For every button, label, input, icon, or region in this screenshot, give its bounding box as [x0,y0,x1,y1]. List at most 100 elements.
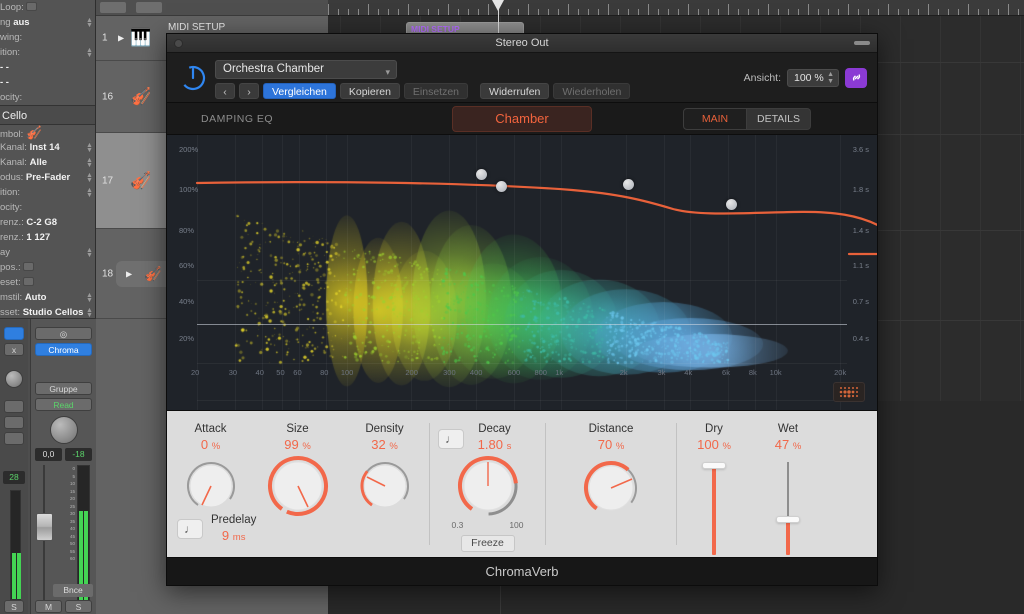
next-preset-button[interactable]: › [239,83,259,99]
pan-knob[interactable] [50,416,78,444]
inspector-row[interactable]: mstil: Auto ▲ ▼ [0,290,95,305]
strip-x-button[interactable]: x [4,343,24,356]
strip-output-button[interactable] [4,432,24,445]
stereo-icon[interactable]: ◎ [35,327,92,340]
dry-fader-handle[interactable] [702,462,726,469]
inspector-row[interactable]: Loop: [0,0,95,15]
mute-solo-row[interactable]: M S [35,600,92,613]
inspector-row[interactable]: renz.: 1 127 [0,230,95,245]
room-type-button[interactable]: Chamber [452,106,592,132]
inspector-row[interactable]: Kanal: Inst 14 ▲ ▼ [0,140,95,155]
inspector-row[interactable]: ition: ▲ ▼ [0,185,95,200]
stepper-arrows-icon[interactable]: ▲ ▼ [86,248,93,258]
strip-insert-button[interactable] [4,400,24,413]
inspector-row[interactable]: ition: ▲ ▼ [0,45,95,60]
eq-band-handle[interactable] [623,179,634,190]
decay-control[interactable]: ♩ Decay 1.80 s 0.3 100 Freeze [430,411,545,557]
mute-button[interactable]: M [35,600,62,613]
compare-button[interactable]: Vergleichen [263,83,336,99]
chromaverb-plugin-window[interactable]: Stereo Out Orchestra Chamber ▾ ‹ › Vergl… [166,33,878,586]
channel-name-button[interactable]: Chroma [35,343,92,356]
attack-knob[interactable] [184,459,238,513]
stepper-arrows-icon[interactable]: ▲ ▼ [86,188,93,198]
inspector-row[interactable]: renz.: C-2 G8 [0,215,95,230]
eq-band-handle[interactable] [726,199,737,210]
automation-mode-button[interactable]: Read [35,398,92,411]
volume-fader-handle[interactable] [36,513,53,541]
inspector-checkbox[interactable] [23,277,34,286]
group-button[interactable]: Gruppe [35,382,92,395]
distance-knob[interactable] [582,459,640,517]
stepper-arrows-icon[interactable]: ▲ ▼ [86,18,93,28]
inspector-row[interactable]: eset: [0,275,95,290]
solo-button[interactable]: S [65,600,92,613]
previous-preset-button[interactable]: ‹ [215,83,235,99]
distance-control[interactable]: Distance 70 % [546,411,676,557]
wet-control[interactable]: Wet 47 % [751,411,825,557]
predelay-control[interactable]: ♩ Predelay 9 ms [177,514,256,543]
copy-button[interactable]: Kopieren [340,83,400,99]
strip-solo-row[interactable]: S [4,600,24,613]
stepper-arrows-icon[interactable]: ▲ ▼ [86,308,93,318]
inspector-row[interactable]: mbol: 🎻 [0,125,95,140]
timeline-ruler[interactable] [328,0,1024,16]
wet-fader[interactable] [778,462,798,555]
minimize-icon[interactable] [854,41,870,45]
strip-solo-button[interactable]: S [4,600,24,613]
toolbar-button[interactable] [136,2,162,13]
mixer-strip-chroma[interactable]: ◎ Chroma Gruppe Read 0,0 -18 0 5 10 15 20 25 3… [30,319,96,614]
reverb-graph[interactable]: 20 30 40 50 60 80 100 200 300 400 600 800 1k 2k 3k 4k 6k… [167,135,877,411]
inspector-row[interactable]: ay ▲ ▼ [0,245,95,260]
preset-select[interactable]: Orchestra Chamber ▾ [215,60,397,79]
link-icon[interactable] [845,68,867,88]
undo-button[interactable]: Widerrufen [480,83,549,99]
inspector-row[interactable]: ocity: [0,200,95,215]
mixer-strip-left[interactable]: x 28 S [0,319,28,614]
matrix-icon[interactable] [833,382,865,402]
inspector-row[interactable]: pos.: [0,260,95,275]
dry-control[interactable]: Dry 100 % [677,411,751,557]
track-record-arrow[interactable]: ▶ [118,34,124,43]
strip-select-button[interactable] [4,327,24,340]
toolbar-button[interactable] [100,2,126,13]
redo-button[interactable]: Wiederholen [553,83,630,99]
wet-fader-handle[interactable] [776,516,800,523]
size-control[interactable]: Size 99 % [254,411,341,557]
inspector-row[interactable]: - - [0,60,95,75]
stepper-arrows-icon[interactable]: ▲ ▼ [86,173,93,183]
inspector-row[interactable]: - - [0,75,95,90]
stepper-arrows-icon[interactable]: ▲ ▼ [86,48,93,58]
note-icon[interactable]: ♩ [177,519,203,539]
track-toolbar[interactable] [96,0,328,16]
paste-button[interactable]: Einsetzen [404,83,468,99]
stepper-arrows-icon[interactable]: ▲ ▼ [86,293,93,303]
bounce-button[interactable]: Bnce [53,584,93,597]
eq-band-handle[interactable] [496,181,507,192]
density-knob[interactable] [358,459,412,513]
tab-details[interactable]: DETAILS [747,108,811,130]
eq-band-handle[interactable] [476,169,487,180]
strip-pan-knob[interactable] [5,370,23,388]
inspector-row[interactable]: Kanal: Alle ▲ ▼ [0,155,95,170]
zoom-stepper[interactable]: 100 % ▲ ▼ [787,69,839,87]
inspector-checkbox[interactable] [23,262,34,271]
close-icon[interactable] [174,39,183,48]
inspector-row[interactable]: wing: [0,30,95,45]
stepper-arrows-icon[interactable]: ▲ ▼ [827,71,834,85]
inspector-checkbox[interactable] [26,2,37,11]
decay-knob[interactable] [456,454,520,518]
density-control[interactable]: Density 32 % [341,411,428,557]
power-icon[interactable] [179,64,207,92]
freeze-button[interactable]: Freeze [461,535,515,552]
stepper-arrows-icon[interactable]: ▲ ▼ [86,143,93,153]
inspector-row[interactable]: ocity: [0,90,95,105]
track-play-arrow[interactable]: ▶ [126,269,132,278]
stepper-arrows-icon[interactable]: ▲ ▼ [86,158,93,168]
tab-main[interactable]: MAIN [683,108,747,130]
inspector-row[interactable]: ng aus ▲ ▼ [0,15,95,30]
plugin-titlebar[interactable]: Stereo Out [167,34,877,53]
strip-meter-area[interactable] [3,490,25,600]
size-knob[interactable] [266,454,330,518]
note-icon[interactable]: ♩ [438,429,464,449]
dry-fader[interactable] [704,462,724,555]
